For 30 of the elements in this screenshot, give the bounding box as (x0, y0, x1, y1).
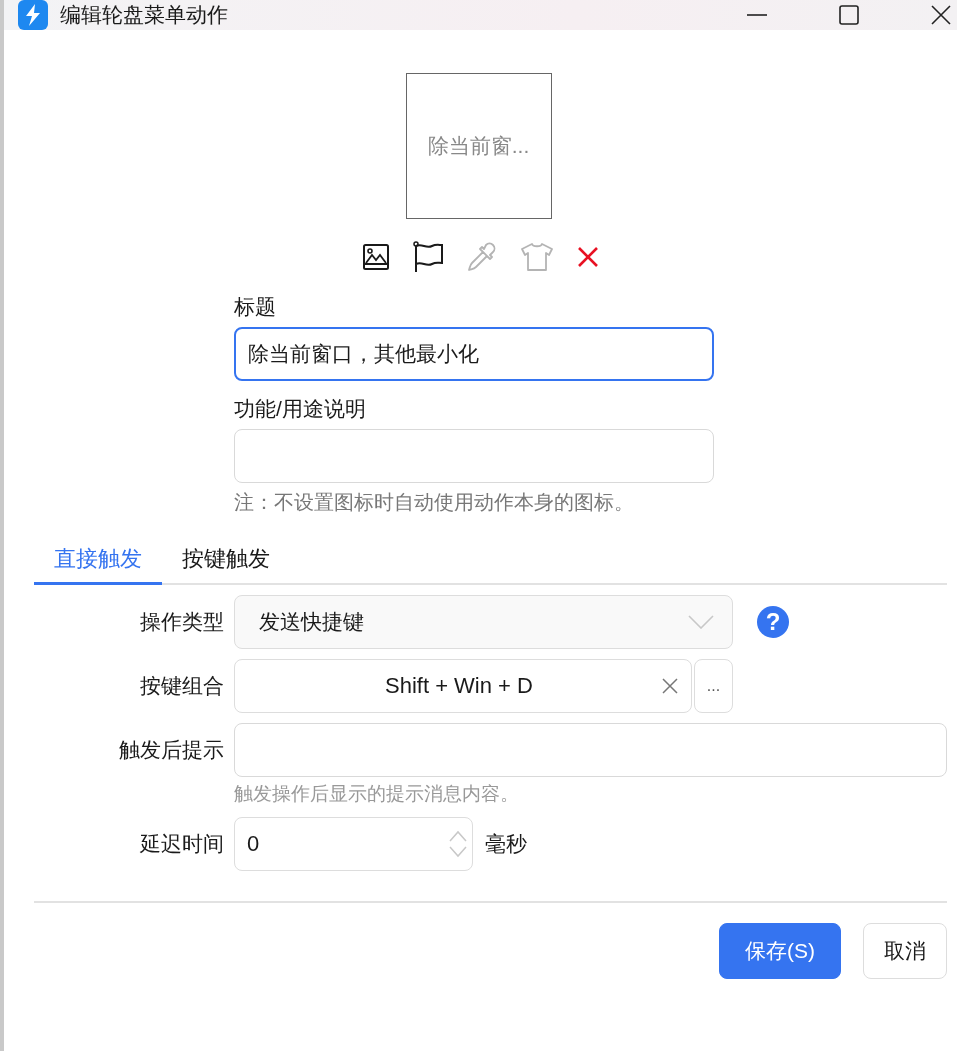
field-label: 功能/用途说明 (234, 396, 367, 422)
more-button[interactable]: ... (694, 659, 733, 713)
field-label: 标题 (234, 294, 277, 320)
maximize-icon[interactable] (837, 3, 861, 27)
prompt-input[interactable] (234, 723, 947, 777)
field-label: 触发后提示 (118, 737, 224, 763)
image-icon[interactable] (361, 243, 390, 271)
icon-preview[interactable]: 除当前窗... (405, 73, 552, 219)
field-label: 操作类型 (139, 609, 224, 635)
hint-text: 触发操作后显示的提示消息内容。 (234, 782, 520, 806)
clear-icon[interactable] (661, 677, 679, 695)
help-icon[interactable]: ? (757, 606, 789, 638)
delete-icon[interactable] (575, 245, 600, 269)
cancel-button[interactable]: 取消 (863, 923, 947, 979)
title-input[interactable]: 除当前窗口，其他最小化 (234, 327, 714, 381)
chevron-down-icon (688, 615, 714, 629)
save-button[interactable]: 保存(S) (719, 923, 841, 979)
key-combo-field[interactable]: Shift + Win + D (234, 659, 692, 713)
operation-type-dropdown[interactable]: 发送快捷键 (234, 595, 733, 649)
tab[interactable]: 按键触发 (162, 538, 290, 585)
field-label: 延迟时间 (139, 831, 224, 857)
flag-icon[interactable] (411, 241, 444, 273)
field-label: 按键组合 (139, 673, 224, 699)
delay-spinbox[interactable]: 0 (234, 817, 473, 871)
description-input[interactable] (234, 429, 714, 483)
window-title: 编辑轮盘菜单动作 (60, 2, 228, 28)
note-text: 注：不设置图标时自动使用动作本身的图标。 (234, 490, 635, 515)
unit-label: 毫秒 (485, 831, 527, 857)
tab[interactable]: 直接触发 (34, 538, 162, 585)
close-icon[interactable] (929, 3, 953, 27)
